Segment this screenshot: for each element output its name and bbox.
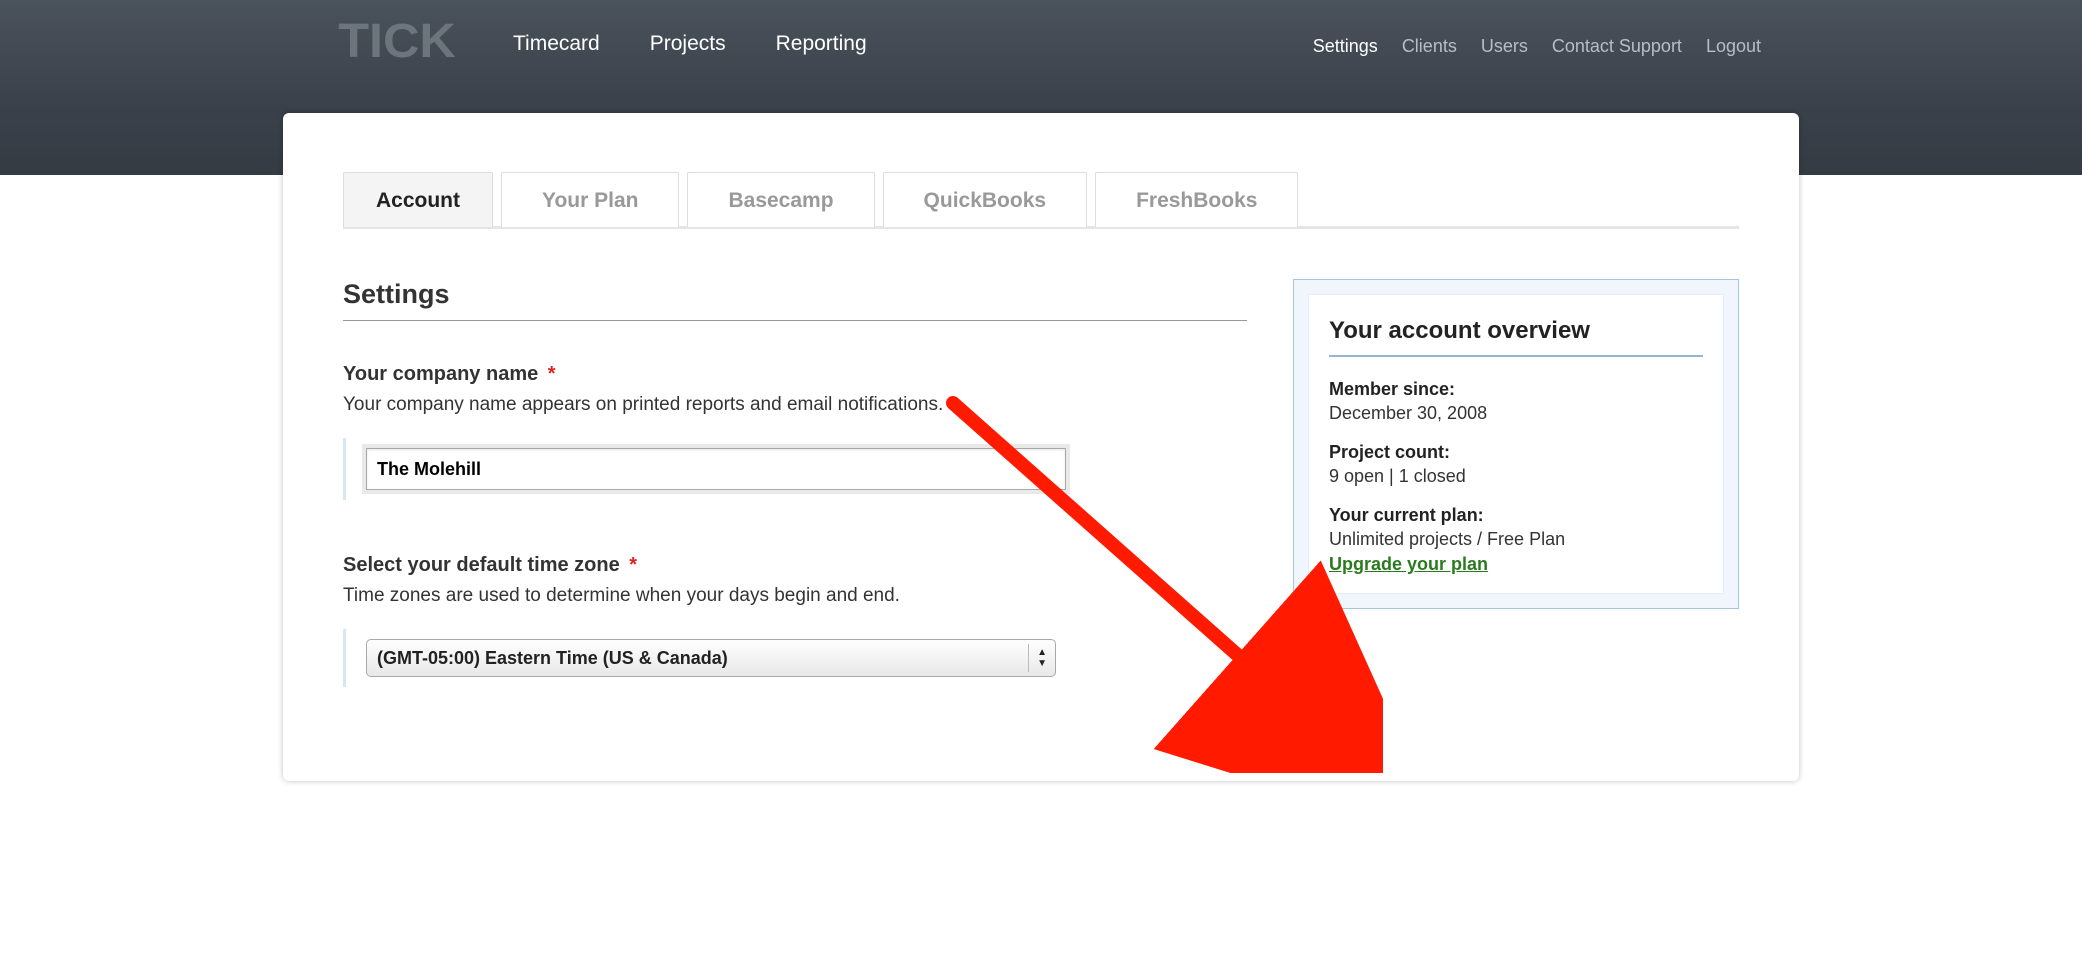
- nav-projects[interactable]: Projects: [650, 32, 726, 56]
- company-name-description: Your company name appears on printed rep…: [343, 394, 1247, 416]
- nav-clients[interactable]: Clients: [1402, 36, 1457, 57]
- tab-account[interactable]: Account: [343, 172, 493, 227]
- company-name-label-text: Your company name: [343, 363, 538, 385]
- overview-project-label: Project count:: [1329, 442, 1703, 463]
- tab-freshbooks[interactable]: FreshBooks: [1095, 172, 1298, 227]
- overview-title: Your account overview: [1329, 317, 1703, 357]
- overview-plan-label: Your current plan:: [1329, 505, 1703, 526]
- nav-contact-support[interactable]: Contact Support: [1552, 36, 1682, 57]
- timezone-select-value: (GMT-05:00) Eastern Time (US & Canada): [377, 648, 728, 669]
- page-card: Account Your Plan Basecamp QuickBooks Fr…: [283, 113, 1799, 781]
- overview-member-since: Member since: December 30, 2008: [1329, 379, 1703, 424]
- required-indicator: *: [548, 363, 556, 385]
- timezone-label-text: Select your default time zone: [343, 554, 620, 576]
- company-name-input[interactable]: [366, 448, 1066, 490]
- required-indicator: *: [629, 554, 637, 576]
- settings-tabs: Account Your Plan Basecamp QuickBooks Fr…: [343, 171, 1739, 229]
- page-title: Settings: [343, 279, 1247, 321]
- overview-project-count: Project count: 9 open | 1 closed: [1329, 442, 1703, 487]
- nav-users[interactable]: Users: [1481, 36, 1528, 57]
- nav-timecard[interactable]: Timecard: [513, 32, 600, 56]
- timezone-field: Select your default time zone * Time zon…: [343, 554, 1247, 687]
- nav-logout[interactable]: Logout: [1706, 36, 1761, 57]
- timezone-select[interactable]: (GMT-05:00) Eastern Time (US & Canada) ▲…: [366, 639, 1056, 677]
- overview-member-label: Member since:: [1329, 379, 1703, 400]
- overview-plan-value: Unlimited projects / Free Plan: [1329, 529, 1565, 549]
- select-arrows-icon: ▲▼: [1028, 644, 1047, 672]
- company-name-field: Your company name * Your company name ap…: [343, 363, 1247, 500]
- utility-nav: Settings Clients Users Contact Support L…: [1313, 18, 1761, 57]
- nav-settings[interactable]: Settings: [1313, 36, 1378, 57]
- timezone-label: Select your default time zone *: [343, 554, 1247, 577]
- tab-basecamp[interactable]: Basecamp: [687, 172, 874, 227]
- overview-member-value: December 30, 2008: [1329, 403, 1487, 423]
- tab-quickbooks[interactable]: QuickBooks: [883, 172, 1088, 227]
- timezone-description: Time zones are used to determine when yo…: [343, 585, 1247, 607]
- overview-current-plan: Your current plan: Unlimited projects / …: [1329, 505, 1703, 550]
- app-logo: TICK: [338, 18, 456, 66]
- upgrade-plan-link[interactable]: Upgrade your plan: [1329, 554, 1488, 574]
- overview-project-value: 9 open | 1 closed: [1329, 466, 1466, 486]
- account-overview-box: Your account overview Member since: Dece…: [1293, 279, 1739, 609]
- company-name-label: Your company name *: [343, 363, 1247, 386]
- nav-reporting[interactable]: Reporting: [776, 32, 867, 56]
- main-nav: Timecard Projects Reporting: [513, 18, 867, 56]
- tab-your-plan[interactable]: Your Plan: [501, 172, 679, 227]
